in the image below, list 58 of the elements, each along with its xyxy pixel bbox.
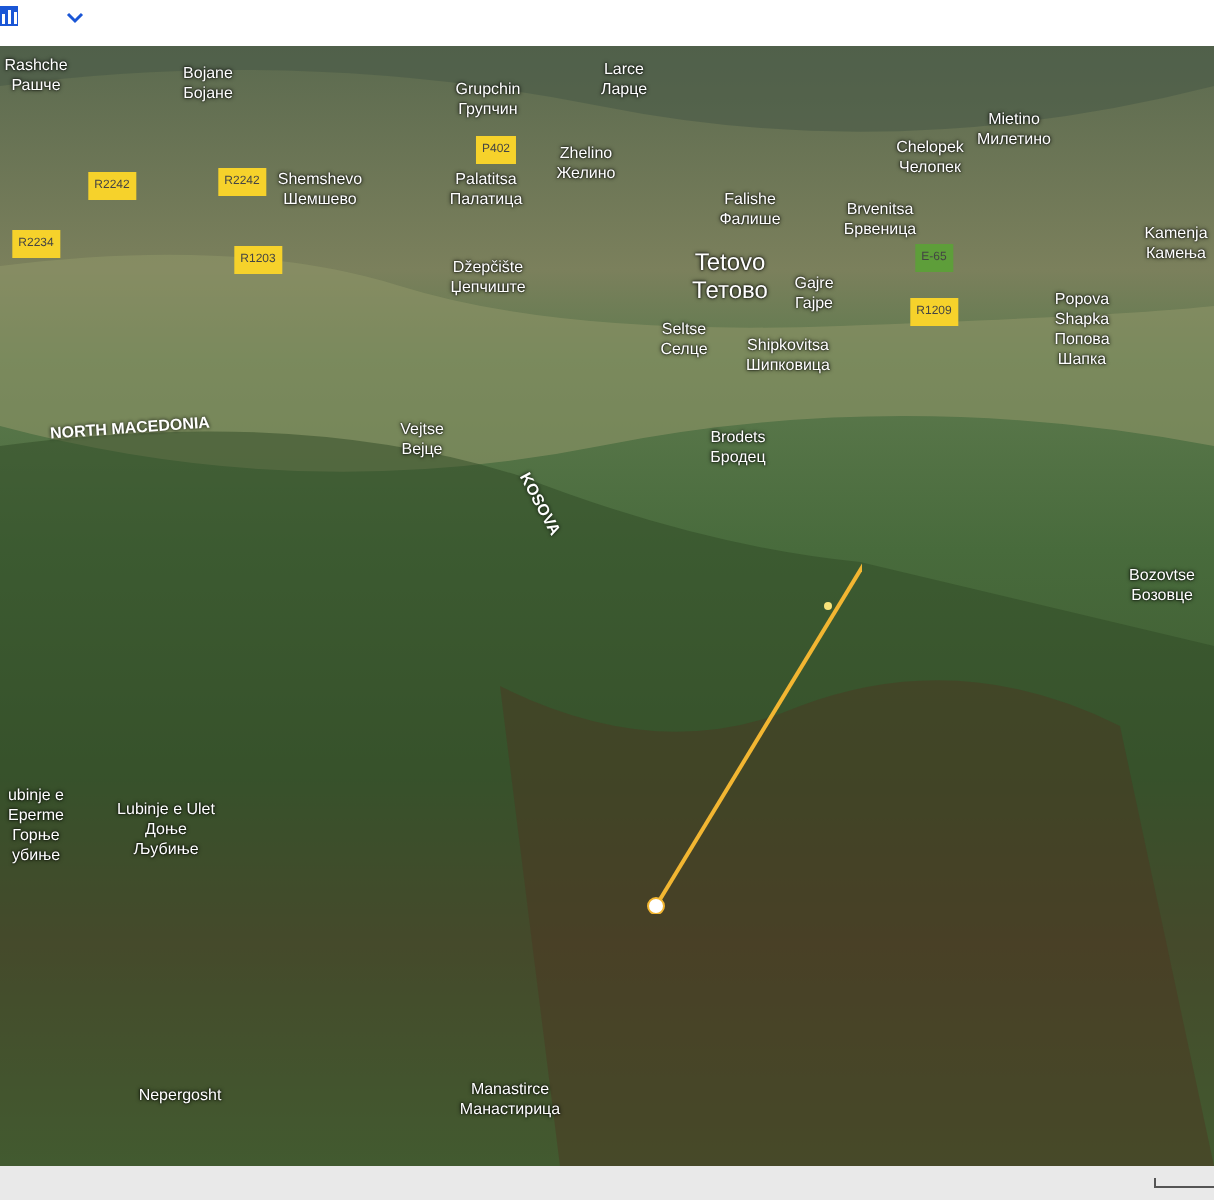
place-name: Mietino (988, 110, 1040, 130)
place-name: Џепчиште (450, 278, 526, 298)
place-name: Shapka (1054, 310, 1110, 330)
place-name: Popova (1054, 290, 1110, 310)
place-name: Гајре (794, 294, 833, 314)
scale-bar-icon (1154, 1178, 1214, 1188)
place-name: Lubinje e Ulet (117, 800, 215, 820)
place-name: Групчин (458, 100, 518, 120)
place-name: Brvenitsa (846, 200, 914, 220)
place-name: Zhelino (559, 144, 613, 164)
place-name: Falishe (724, 190, 776, 210)
country-name: NORTH MACEDONIA (49, 413, 211, 443)
place-name: Džepčište (452, 258, 524, 278)
place-name: Палатица (449, 190, 523, 210)
place-name: Попова (1054, 330, 1110, 350)
place-name: Бродец (710, 448, 766, 468)
place-name: Seltse (661, 320, 707, 340)
place-name: Бојане (183, 84, 233, 104)
chevron-down-icon[interactable] (66, 11, 84, 23)
place-name: Brodets (710, 428, 766, 448)
place-name: Kamenja (1144, 224, 1208, 244)
place-name: Bozovtse (1129, 566, 1195, 586)
bar-chart-icon[interactable] (0, 5, 18, 25)
place-name: Рашче (11, 76, 61, 96)
place-name: Nepergosht (138, 1086, 222, 1106)
place-name: Tetovo (694, 248, 766, 276)
place-name: Милетино (977, 130, 1051, 150)
place-name: Тетово (692, 276, 768, 304)
place-name: Љубиње (133, 840, 199, 860)
place-name: Челопек (898, 158, 961, 178)
place-name: Шапка (1057, 350, 1107, 370)
place-name: Shipkovitsa (747, 336, 829, 356)
place-name: ubinje e (7, 786, 65, 806)
place-name: Брвеница (843, 220, 917, 240)
place-name: Eperme (7, 806, 64, 826)
place-name: Grupchin (455, 80, 521, 100)
place-name: Vejtse (400, 420, 444, 440)
place-name: Манастирица (459, 1100, 561, 1120)
place-name: Palatitsa (455, 170, 517, 190)
place-name: Chelopek (896, 138, 964, 158)
place-name: Gajre (794, 274, 834, 294)
place-name: Вејце (401, 440, 443, 460)
place-name: Shemshevo (277, 170, 363, 190)
place-name: Бозовце (1131, 586, 1193, 606)
place-name: Желино (556, 164, 616, 184)
place-name: Фалише (719, 210, 781, 230)
place-name: Горње (12, 826, 60, 846)
place-name: Bojane (183, 64, 233, 84)
place-name: Шемшево (283, 190, 357, 210)
place-name: Rashche (4, 56, 68, 76)
place-name: Камења (1146, 244, 1206, 264)
place-name: Шипковица (746, 356, 830, 376)
place-name: Ларце (600, 80, 648, 100)
place-name: Larce (603, 60, 644, 80)
place-name: Селце (660, 340, 708, 360)
place-name: Manastirce (470, 1080, 550, 1100)
place-name: убиње (11, 846, 61, 866)
place-name: Доње (145, 820, 187, 840)
